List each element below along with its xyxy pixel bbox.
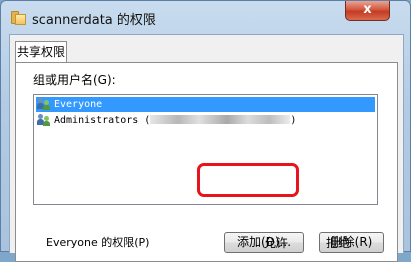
users-icon xyxy=(37,98,51,110)
close-button[interactable]: x xyxy=(345,1,390,21)
folder-icon xyxy=(11,10,26,25)
deny-column-header: 拒绝 xyxy=(326,236,351,250)
permissions-dialog: scannerdata 的权限 x 共享权限 组或用户名(G): Everyon… xyxy=(0,0,411,262)
tab-share-permissions[interactable]: 共享权限 xyxy=(15,41,67,63)
list-item-everyone[interactable]: Everyone xyxy=(36,97,375,112)
list-item-label-suffix: ) xyxy=(290,115,297,126)
redacted-text xyxy=(150,115,291,124)
dialog-body: 共享权限 组或用户名(G): Everyone Administrators (… xyxy=(9,34,404,262)
list-item-label: Everyone xyxy=(54,99,103,110)
list-item-label: Administrators () xyxy=(54,114,296,127)
list-item-administrators[interactable]: Administrators () xyxy=(36,113,375,128)
highlight-annotation xyxy=(197,163,299,197)
title-bar[interactable]: scannerdata 的权限 x xyxy=(1,1,410,33)
window-title: scannerdata 的权限 xyxy=(32,13,156,28)
users-icon xyxy=(37,114,51,126)
group-or-user-label: 组或用户名(G): xyxy=(33,73,116,87)
allow-column-header: 允许 xyxy=(264,236,289,250)
tab-page: 组或用户名(G): Everyone Administrators () 添加(… xyxy=(15,62,398,262)
list-item-label-prefix: Administrators ( xyxy=(54,115,151,126)
permissions-label: Everyone 的权限(P) xyxy=(46,236,150,249)
